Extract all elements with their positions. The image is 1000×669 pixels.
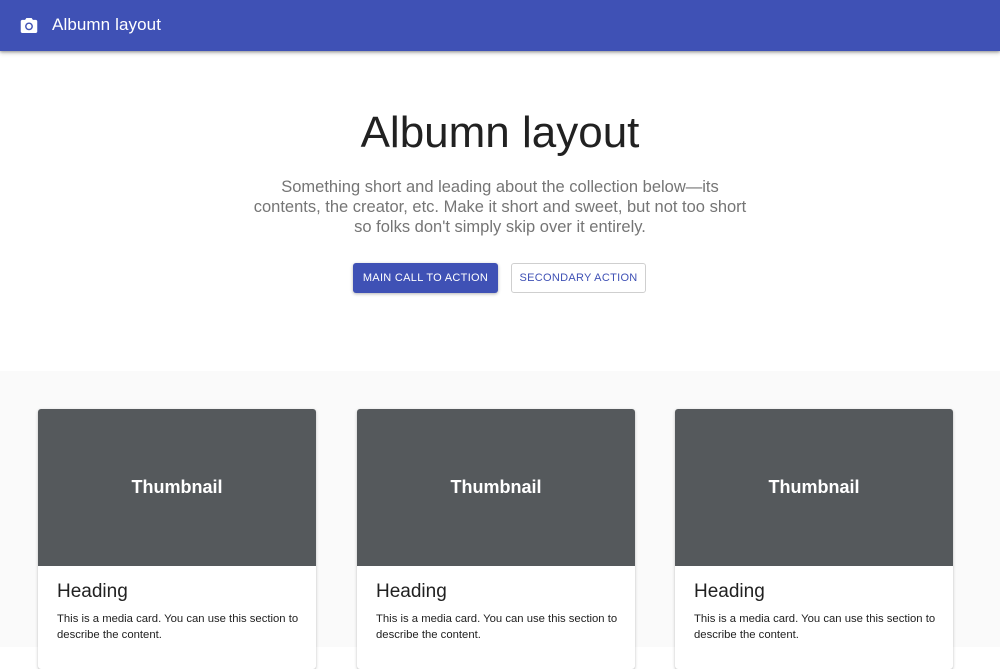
- app-title: Albumn layout: [52, 15, 162, 34]
- camera-icon: [20, 18, 38, 33]
- card-heading: Heading: [57, 581, 128, 602]
- thumbnail-label: Thumbnail: [131, 477, 223, 497]
- card-description: This is a media card. You can use this s…: [694, 613, 936, 641]
- album-grid: Thumbnail Heading This is a media card. …: [0, 371, 1000, 669]
- main-call-to-action-button[interactable]: MAIN CALL TO ACTION: [353, 263, 498, 293]
- card-thumbnail: Thumbnail: [357, 409, 635, 566]
- app-bar: Albumn layout: [0, 0, 1000, 51]
- media-card: Thumbnail Heading This is a media card. …: [357, 409, 635, 669]
- card-description: This is a media card. You can use this s…: [57, 613, 299, 641]
- hero-section: Albumn layout Something short and leadin…: [0, 51, 1000, 371]
- card-thumbnail: Thumbnail: [675, 409, 953, 566]
- thumbnail-label: Thumbnail: [450, 477, 542, 497]
- page-title: Albumn layout: [360, 108, 640, 157]
- card-thumbnail: Thumbnail: [38, 409, 316, 566]
- media-card: Thumbnail Heading This is a media card. …: [38, 409, 316, 669]
- card-description: This is a media card. You can use this s…: [376, 613, 618, 641]
- secondary-action-button[interactable]: SECONDARY ACTION: [511, 263, 646, 293]
- media-card: Thumbnail Heading This is a media card. …: [675, 409, 953, 669]
- hero-description: Something short and leading about the co…: [253, 178, 747, 236]
- card-heading: Heading: [376, 581, 447, 602]
- card-heading: Heading: [694, 581, 765, 602]
- thumbnail-label: Thumbnail: [768, 477, 860, 497]
